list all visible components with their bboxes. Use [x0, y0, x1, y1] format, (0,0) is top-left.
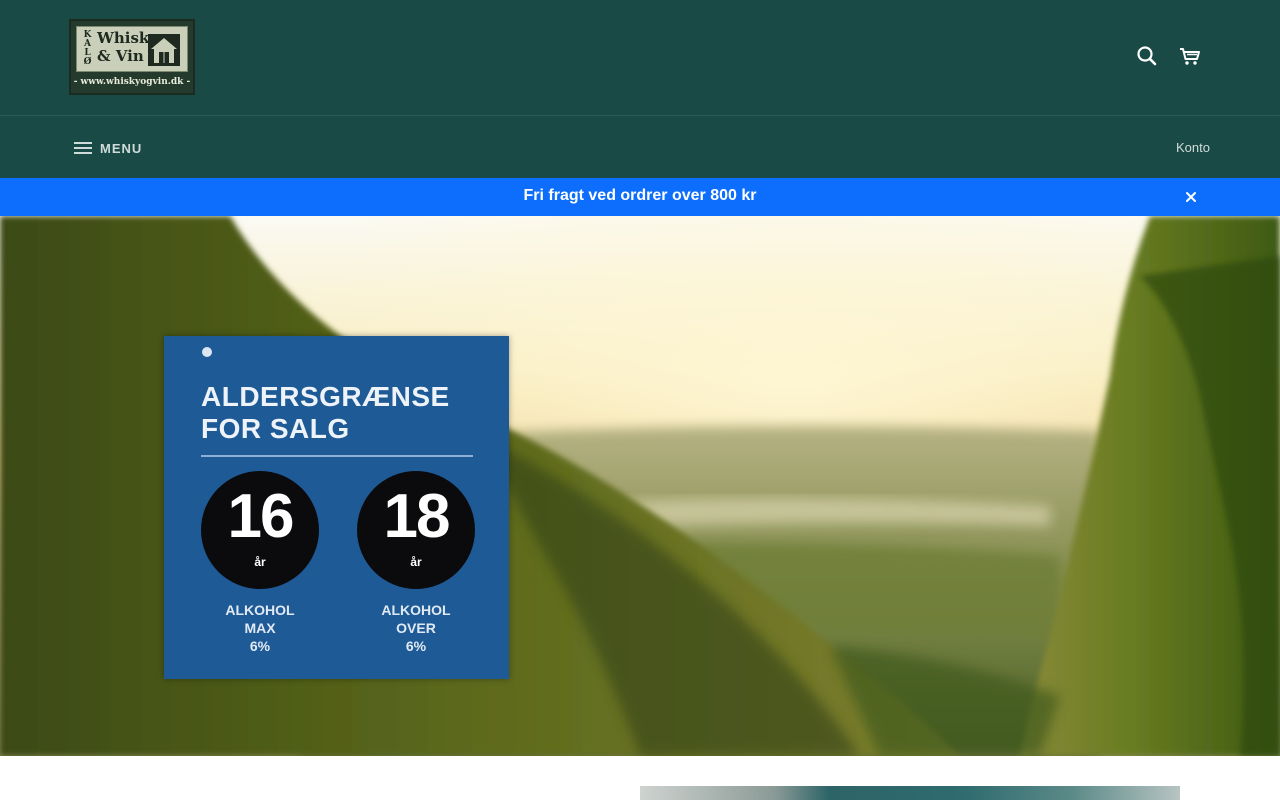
search-icon[interactable] [1135, 44, 1159, 68]
crown-icon [202, 347, 212, 357]
divider [201, 455, 473, 457]
caption-line: 6% [405, 638, 427, 654]
site-header: K A L Ø Whisky & Vin - www.whiskyogvin.d… [0, 0, 1280, 115]
caption-line: OVER [396, 620, 436, 636]
age-caption-18: ALKOHOL OVER 6% [357, 601, 475, 655]
caption-line: 6% [249, 638, 271, 654]
logo-plate: K A L Ø Whisky & Vin [76, 26, 188, 72]
age-title-line: FOR SALG [201, 413, 350, 444]
house-icon [148, 34, 180, 66]
age-unit: år [410, 555, 422, 569]
announcement-bar: Fri fragt ved ordrer over 800 kr [0, 178, 1280, 216]
age-limit-card: ALDERSGRÆNSE FOR SALG 16 år 18 år ALKOHO… [164, 336, 509, 679]
age-unit: år [254, 555, 266, 569]
announcement-text: Fri fragt ved ordrer over 800 kr [523, 187, 757, 204]
cart-icon[interactable] [1178, 44, 1202, 68]
age-caption-16: ALKOHOL MAX 6% [201, 601, 319, 655]
logo-url: - www.whiskyogvin.dk - [73, 77, 191, 87]
feature-image [640, 786, 1180, 800]
age-number: 18 [383, 482, 451, 551]
age-title-line: ALDERSGRÆNSE [201, 381, 450, 412]
logo-text-vin: & Vin [97, 47, 144, 65]
account-link[interactable]: Konto [1176, 140, 1210, 155]
menu-label: MENU [100, 140, 143, 156]
age-limit-title: ALDERSGRÆNSE FOR SALG [201, 381, 491, 445]
logo-letter: Ø [83, 57, 92, 67]
hamburger-icon [74, 141, 92, 155]
age-badge-18: 18 år [357, 471, 475, 589]
caption-line: MAX [244, 620, 276, 636]
age-badge-16: 16 år [201, 471, 319, 589]
caption-line: ALKOHOL [381, 602, 451, 618]
caption-line: ALKOHOL [225, 602, 295, 618]
menu-button[interactable]: MENU [74, 138, 142, 158]
age-number: 16 [227, 482, 295, 551]
store-logo[interactable]: K A L Ø Whisky & Vin - www.whiskyogvin.d… [69, 19, 195, 95]
logo-kalo-letters: K A L Ø [83, 31, 92, 67]
main-nav: MENU Konto [0, 115, 1280, 178]
close-icon[interactable] [1183, 189, 1199, 205]
